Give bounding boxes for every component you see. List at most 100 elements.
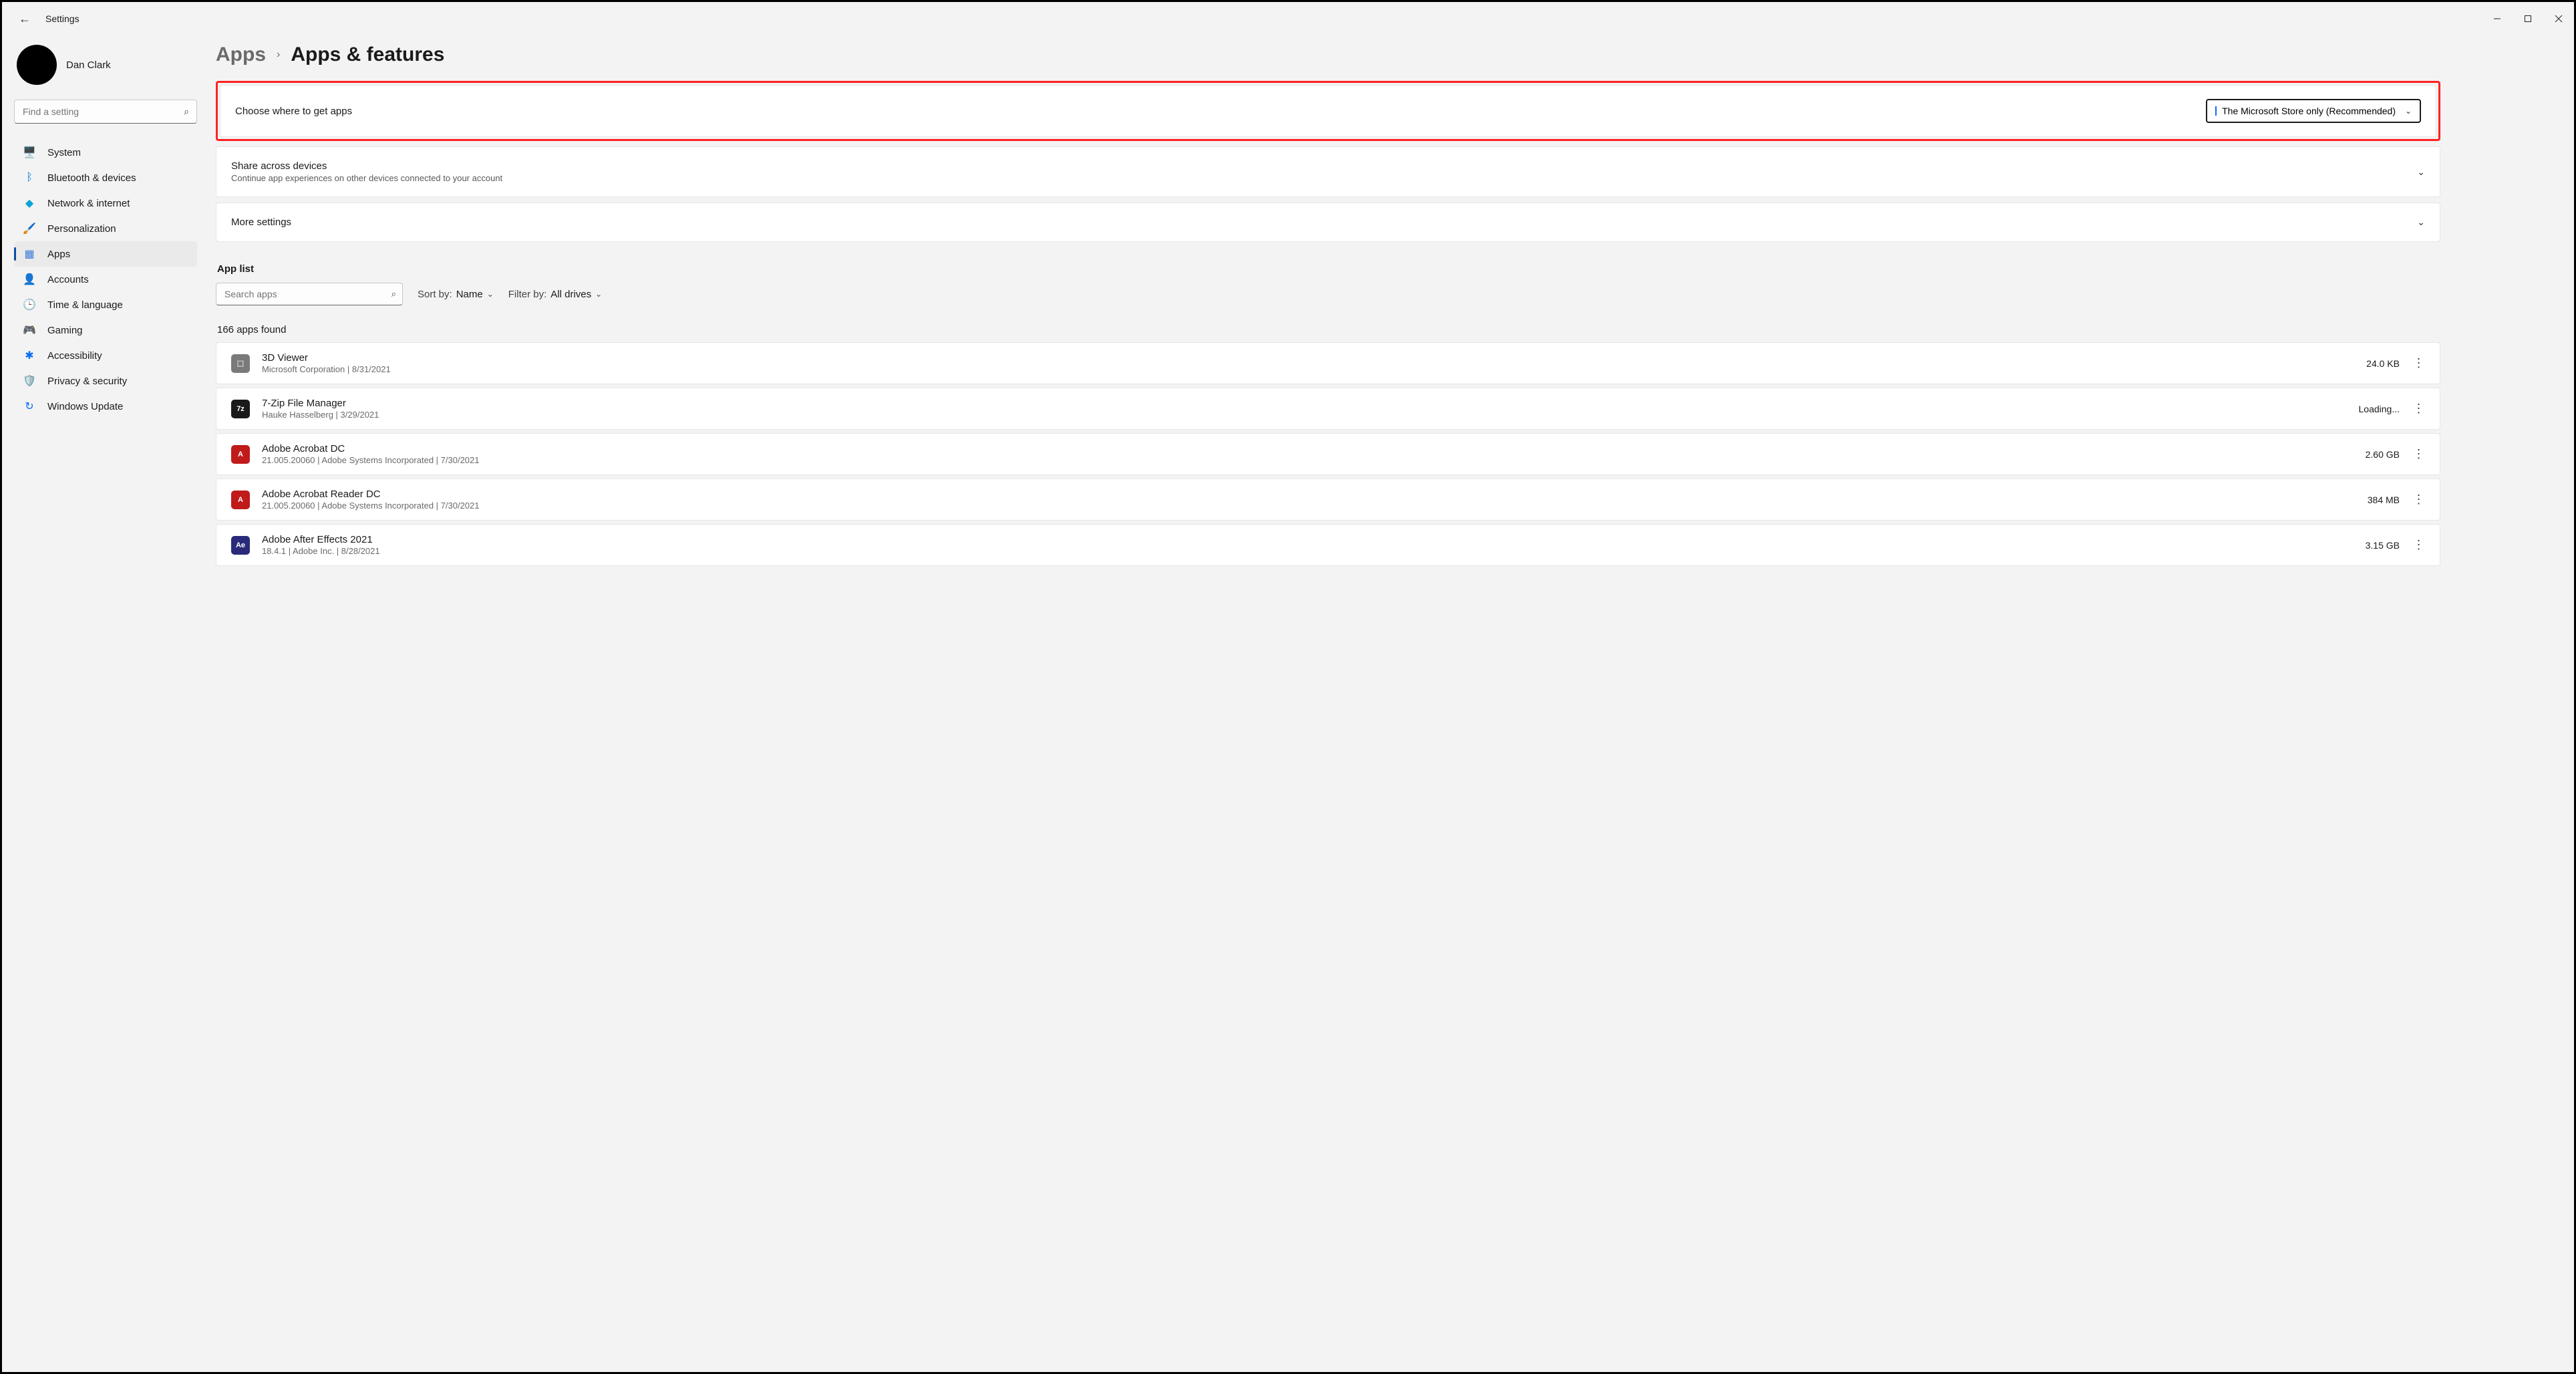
- nav-label: Accessibility: [47, 350, 102, 362]
- app-more-button[interactable]: ⋮: [2412, 493, 2425, 507]
- nav-item-windows-update[interactable]: ↻ Windows Update: [14, 394, 197, 419]
- app-row[interactable]: Ae Adobe After Effects 202118.4.1 | Adobe…: [216, 524, 2440, 566]
- app-icon: A: [231, 491, 250, 509]
- share-across-card[interactable]: Share across devices Continue app experi…: [216, 146, 2440, 197]
- app-name: Adobe Acrobat Reader DC: [262, 489, 2368, 500]
- app-more-button[interactable]: ⋮: [2412, 447, 2425, 461]
- search-apps-input[interactable]: [216, 283, 403, 305]
- system-icon: 🖥️: [23, 146, 35, 158]
- accounts-icon: 👤: [23, 273, 35, 285]
- search-icon: ⌕: [391, 289, 396, 299]
- app-title: Settings: [45, 13, 79, 24]
- nav-label: Privacy & security: [47, 376, 127, 387]
- network-internet-icon: ◆: [23, 197, 35, 209]
- app-row[interactable]: A Adobe Acrobat DC21.005.20060 | Adobe Sy…: [216, 433, 2440, 475]
- app-size: 3.15 GB: [2366, 540, 2400, 551]
- profile[interactable]: Dan Clark: [17, 45, 197, 85]
- nav-item-time-language[interactable]: 🕒 Time & language: [14, 292, 197, 317]
- chevron-down-icon: ⌄: [487, 289, 494, 299]
- nav-item-network-internet[interactable]: ◆ Network & internet: [14, 190, 197, 216]
- titlebar: ← Settings: [2, 2, 2574, 35]
- chevron-down-icon[interactable]: ⌄: [2417, 166, 2425, 178]
- app-row[interactable]: 7z 7-Zip File ManagerHauke Hasselberg | 3…: [216, 388, 2440, 430]
- app-icon: ⬚: [231, 354, 250, 373]
- choose-where-selected: The Microsoft Store only (Recommended): [2222, 106, 2396, 116]
- highlight-box: Choose where to get apps The Microsoft S…: [216, 81, 2440, 141]
- choose-where-dropdown[interactable]: The Microsoft Store only (Recommended) ⌄: [2206, 99, 2421, 123]
- sidebar-search: ⌕: [14, 100, 197, 124]
- app-sub: 21.005.20060 | Adobe Systems Incorporate…: [262, 501, 2368, 511]
- breadcrumb: Apps › Apps & features: [216, 43, 2440, 66]
- main-content: Apps › Apps & features Choose where to g…: [202, 35, 2574, 1372]
- app-icon: 7z: [231, 400, 250, 418]
- app-sub: Hauke Hasselberg | 3/29/2021: [262, 410, 2359, 420]
- app-more-button[interactable]: ⋮: [2412, 538, 2425, 552]
- sidebar: Dan Clark ⌕ 🖥️System ᛒ Bluetooth & devices…: [2, 35, 202, 1372]
- breadcrumb-current: Apps & features: [291, 43, 444, 66]
- settings-window: ← Settings Dan Clark ⌕ 🖥️System ᛒ Bluetoot…: [0, 0, 2576, 1374]
- nav-item-accounts[interactable]: 👤Accounts: [14, 267, 197, 292]
- app-name: 3D Viewer: [262, 352, 2366, 364]
- app-more-button[interactable]: ⋮: [2412, 356, 2425, 370]
- app-list-label: App list: [217, 263, 2440, 275]
- app-name: 7-Zip File Manager: [262, 398, 2359, 409]
- nav-label: Personalization: [47, 223, 116, 235]
- app-sub: 21.005.20060 | Adobe Systems Incorporate…: [262, 455, 2366, 465]
- bluetooth-devices-icon: ᛒ: [23, 172, 35, 184]
- minimize-button[interactable]: [2482, 6, 2513, 31]
- breadcrumb-parent[interactable]: Apps: [216, 43, 266, 66]
- apps-found-count: 166 apps found: [217, 324, 2440, 335]
- nav-item-personalization[interactable]: 🖌️ Personalization: [14, 216, 197, 241]
- app-row[interactable]: A Adobe Acrobat Reader DC21.005.20060 | A…: [216, 478, 2440, 521]
- nav-label: Network & internet: [47, 198, 130, 209]
- app-name: Adobe After Effects 2021: [262, 534, 2366, 545]
- app-name: Adobe Acrobat DC: [262, 443, 2366, 454]
- app-icon: A: [231, 445, 250, 464]
- profile-name: Dan Clark: [66, 59, 111, 71]
- app-size: 384 MB: [2368, 495, 2400, 505]
- privacy-security-icon: 🛡️: [23, 375, 35, 387]
- maximize-button[interactable]: [2513, 6, 2543, 31]
- windows-update-icon: ↻: [23, 400, 35, 412]
- choose-where-label: Choose where to get apps: [235, 106, 352, 117]
- app-size: 24.0 KB: [2366, 358, 2400, 369]
- search-icon: ⌕: [184, 106, 189, 118]
- chevron-right-icon: ›: [277, 49, 280, 61]
- app-row[interactable]: ⬚ 3D ViewerMicrosoft Corporation | 8/31/2…: [216, 342, 2440, 384]
- chevron-down-icon: ⌄: [2405, 106, 2412, 116]
- close-button[interactable]: [2543, 6, 2574, 31]
- app-size: 2.60 GB: [2366, 449, 2400, 460]
- nav-item-gaming[interactable]: 🎮Gaming: [14, 317, 197, 343]
- filter-by-dropdown[interactable]: Filter by: All drives ⌄: [508, 289, 602, 300]
- window-controls: [2482, 6, 2574, 31]
- accessibility-icon: ✱: [23, 350, 35, 362]
- nav-item-privacy-security[interactable]: 🛡️ Privacy & security: [14, 368, 197, 394]
- time-language-icon: 🕒: [23, 299, 35, 311]
- personalization-icon: 🖌️: [23, 223, 35, 235]
- back-button[interactable]: ←: [19, 12, 31, 26]
- choose-where-card: Choose where to get apps The Microsoft S…: [220, 85, 2436, 137]
- nav-label: Apps: [47, 249, 70, 260]
- chevron-down-icon: ⌄: [595, 289, 602, 299]
- sidebar-search-input[interactable]: [14, 100, 197, 124]
- app-sub: 18.4.1 | Adobe Inc. | 8/28/2021: [262, 546, 2366, 556]
- avatar: [17, 45, 57, 85]
- more-settings-card[interactable]: More settings ⌄: [216, 202, 2440, 242]
- apps-icon: ▦: [23, 248, 35, 260]
- sort-by-dropdown[interactable]: Sort by: Name ⌄: [418, 289, 494, 300]
- nav-item-system[interactable]: 🖥️System: [14, 140, 197, 165]
- nav-item-bluetooth-devices[interactable]: ᛒ Bluetooth & devices: [14, 165, 197, 190]
- app-size: Loading...: [2359, 404, 2400, 414]
- share-across-subtitle: Continue app experiences on other device…: [231, 173, 502, 183]
- app-sub: Microsoft Corporation | 8/31/2021: [262, 364, 2366, 374]
- share-across-title: Share across devices: [231, 160, 502, 172]
- nav-label: Bluetooth & devices: [47, 172, 136, 184]
- nav-label: Windows Update: [47, 401, 123, 412]
- nav-item-apps[interactable]: ▦ Apps: [14, 241, 197, 267]
- gaming-icon: 🎮: [23, 324, 35, 336]
- app-icon: Ae: [231, 536, 250, 555]
- nav-item-accessibility[interactable]: ✱ Accessibility: [14, 343, 197, 368]
- chevron-down-icon[interactable]: ⌄: [2417, 217, 2425, 228]
- nav-label: Time & language: [47, 299, 123, 311]
- app-more-button[interactable]: ⋮: [2412, 402, 2425, 416]
